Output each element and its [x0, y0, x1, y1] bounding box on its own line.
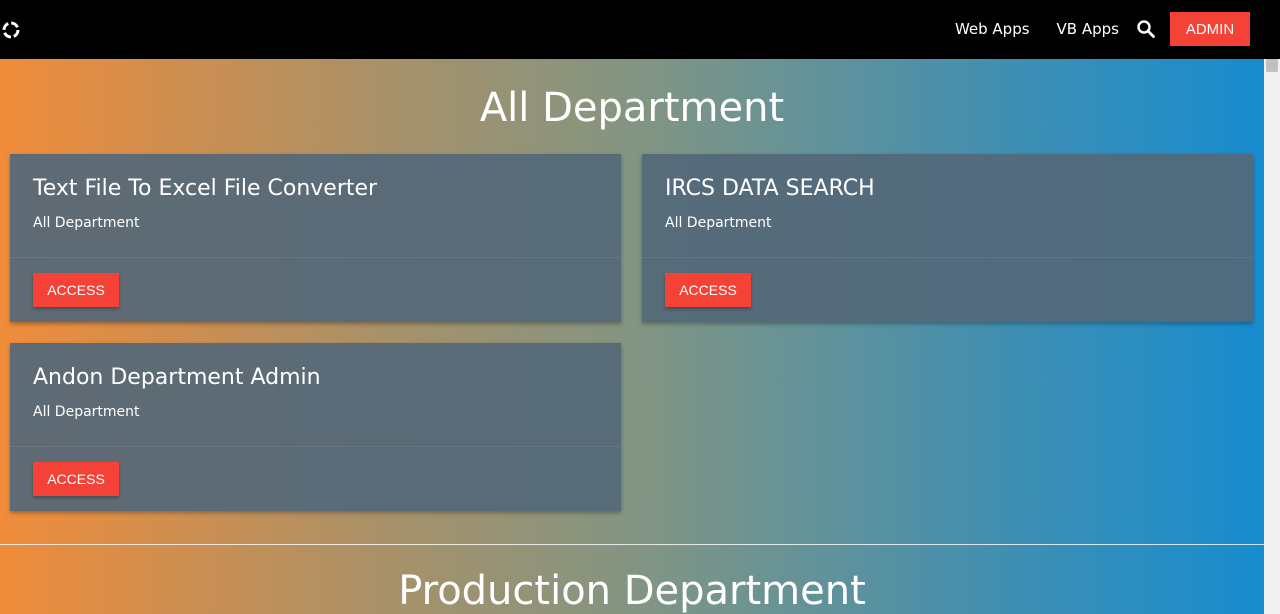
card-divider: [10, 446, 621, 447]
card-divider: [10, 257, 621, 258]
card-title: Text File To Excel File Converter: [33, 176, 378, 201]
card-subtitle: All Department: [33, 404, 140, 420]
ring-logo-icon[interactable]: [1, 20, 21, 40]
access-button[interactable]: ACCESS: [33, 462, 119, 496]
main-content: All Department Text File To Excel File C…: [0, 59, 1264, 614]
nav-menu: Web Apps VB Apps ADMIN: [955, 12, 1250, 46]
access-button[interactable]: ACCESS: [33, 273, 119, 307]
search-icon[interactable]: [1136, 19, 1156, 39]
nav-link-web-apps[interactable]: Web Apps: [955, 20, 1030, 38]
access-button[interactable]: ACCESS: [665, 273, 751, 307]
section-divider: [0, 544, 1264, 545]
app-card-andon-department-admin: Andon Department Admin All Department AC…: [10, 343, 621, 511]
top-navbar: Web Apps VB Apps ADMIN: [0, 0, 1280, 59]
app-card-text-file-converter: Text File To Excel File Converter All De…: [10, 154, 621, 322]
nav-link-vb-apps[interactable]: VB Apps: [1057, 20, 1119, 38]
card-title: Andon Department Admin: [33, 365, 321, 390]
section-title-all-department: All Department: [479, 85, 785, 131]
card-subtitle: All Department: [33, 215, 140, 231]
section-title-production-department: Production Department: [398, 568, 866, 614]
card-divider: [642, 257, 1253, 258]
card-subtitle: All Department: [665, 215, 772, 231]
admin-button[interactable]: ADMIN: [1170, 12, 1250, 46]
card-title: IRCS DATA SEARCH: [665, 176, 875, 201]
app-card-ircs-data-search: IRCS DATA SEARCH All Department ACCESS: [642, 154, 1253, 322]
vertical-scrollbar[interactable]: [1264, 0, 1280, 614]
